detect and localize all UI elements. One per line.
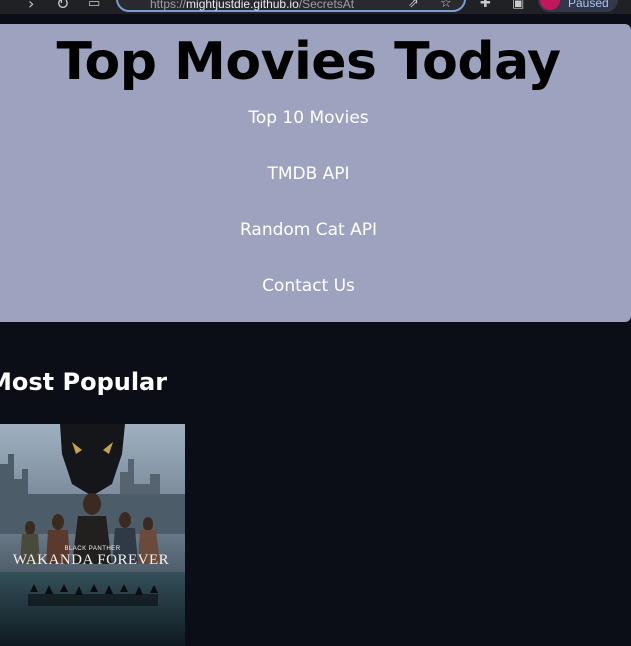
url-path: /SecretsAt	[298, 0, 355, 11]
section-title: Most Popular	[0, 368, 168, 396]
site-header: Top Movies Today Top 10 Movies TMDB API …	[0, 24, 631, 322]
bookmark-icon[interactable]: ▭	[88, 0, 100, 11]
page-title: Top Movies Today	[56, 32, 561, 92]
nav-link-tmdb-api[interactable]: TMDB API	[0, 164, 617, 184]
star-icon[interactable]: ☆	[440, 0, 452, 11]
reload-icon[interactable]: ↻	[56, 0, 69, 13]
nav-link-random-cat-api[interactable]: Random Cat API	[0, 220, 617, 240]
profile-status: Paused	[568, 0, 609, 10]
url-scheme: https://	[150, 0, 187, 11]
poster-image	[0, 424, 185, 646]
sidepanel-icon[interactable]: ▣	[512, 0, 524, 11]
url-host: mightjustdie.github.io	[186, 0, 299, 11]
browser-toolbar: › ↻ ▭ https://mightjustdie.github.io/Sec…	[0, 0, 631, 14]
movie-poster[interactable]: BLACK PANTHER WAKANDA FOREVER	[0, 424, 185, 646]
nav-link-contact-us[interactable]: Contact Us	[0, 276, 617, 296]
avatar	[540, 0, 560, 10]
share-icon[interactable]: ⇗	[408, 0, 419, 11]
poster-title: WAKANDA FOREVER	[12, 552, 170, 568]
back-icon[interactable]: ›	[28, 0, 34, 13]
nav-link-top-10-movies[interactable]: Top 10 Movies	[0, 108, 617, 128]
profile-button[interactable]: Paused	[538, 0, 618, 12]
extensions-icon[interactable]: ✚	[480, 0, 491, 11]
